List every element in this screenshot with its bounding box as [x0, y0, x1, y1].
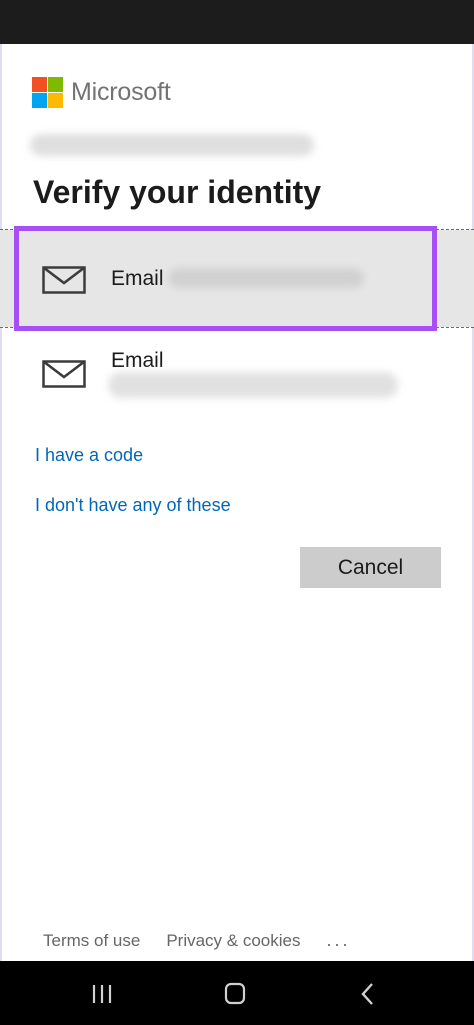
microsoft-logo-icon: [32, 76, 63, 108]
logo-square-yellow: [48, 92, 63, 108]
system-navigation-bar: [0, 961, 474, 1025]
logo-square-red: [32, 76, 47, 92]
option-1-email-redacted: [168, 268, 364, 288]
option-2-email-redacted: [108, 372, 398, 398]
more-options-button[interactable]: ...: [326, 930, 350, 951]
recent-apps-icon[interactable]: [82, 979, 122, 1009]
back-icon[interactable]: [348, 979, 388, 1009]
option-1-label: Email: [111, 267, 164, 290]
envelope-icon: [42, 360, 86, 388]
footer: Terms of use Privacy & cookies ...: [43, 930, 351, 951]
page-border-left: [0, 44, 2, 961]
logo-text: Microsoft: [71, 77, 171, 106]
microsoft-logo: Microsoft: [32, 76, 171, 108]
logo-square-green: [48, 76, 63, 92]
home-icon[interactable]: [215, 979, 255, 1009]
privacy-cookies-link[interactable]: Privacy & cookies: [166, 931, 300, 951]
i-have-a-code-link[interactable]: I have a code: [35, 445, 143, 466]
envelope-icon: [42, 266, 86, 294]
logo-square-blue: [32, 92, 47, 108]
account-email-redacted: [30, 134, 314, 156]
terms-of-use-link[interactable]: Terms of use: [43, 931, 140, 951]
page-title: Verify your identity: [33, 174, 322, 210]
dont-have-any-link[interactable]: I don't have any of these: [35, 495, 231, 516]
status-bar: [0, 0, 474, 44]
selection-dashed-border-bottom: [0, 327, 474, 328]
cancel-button[interactable]: Cancel: [300, 547, 441, 588]
option-2-label: Email: [111, 349, 164, 372]
